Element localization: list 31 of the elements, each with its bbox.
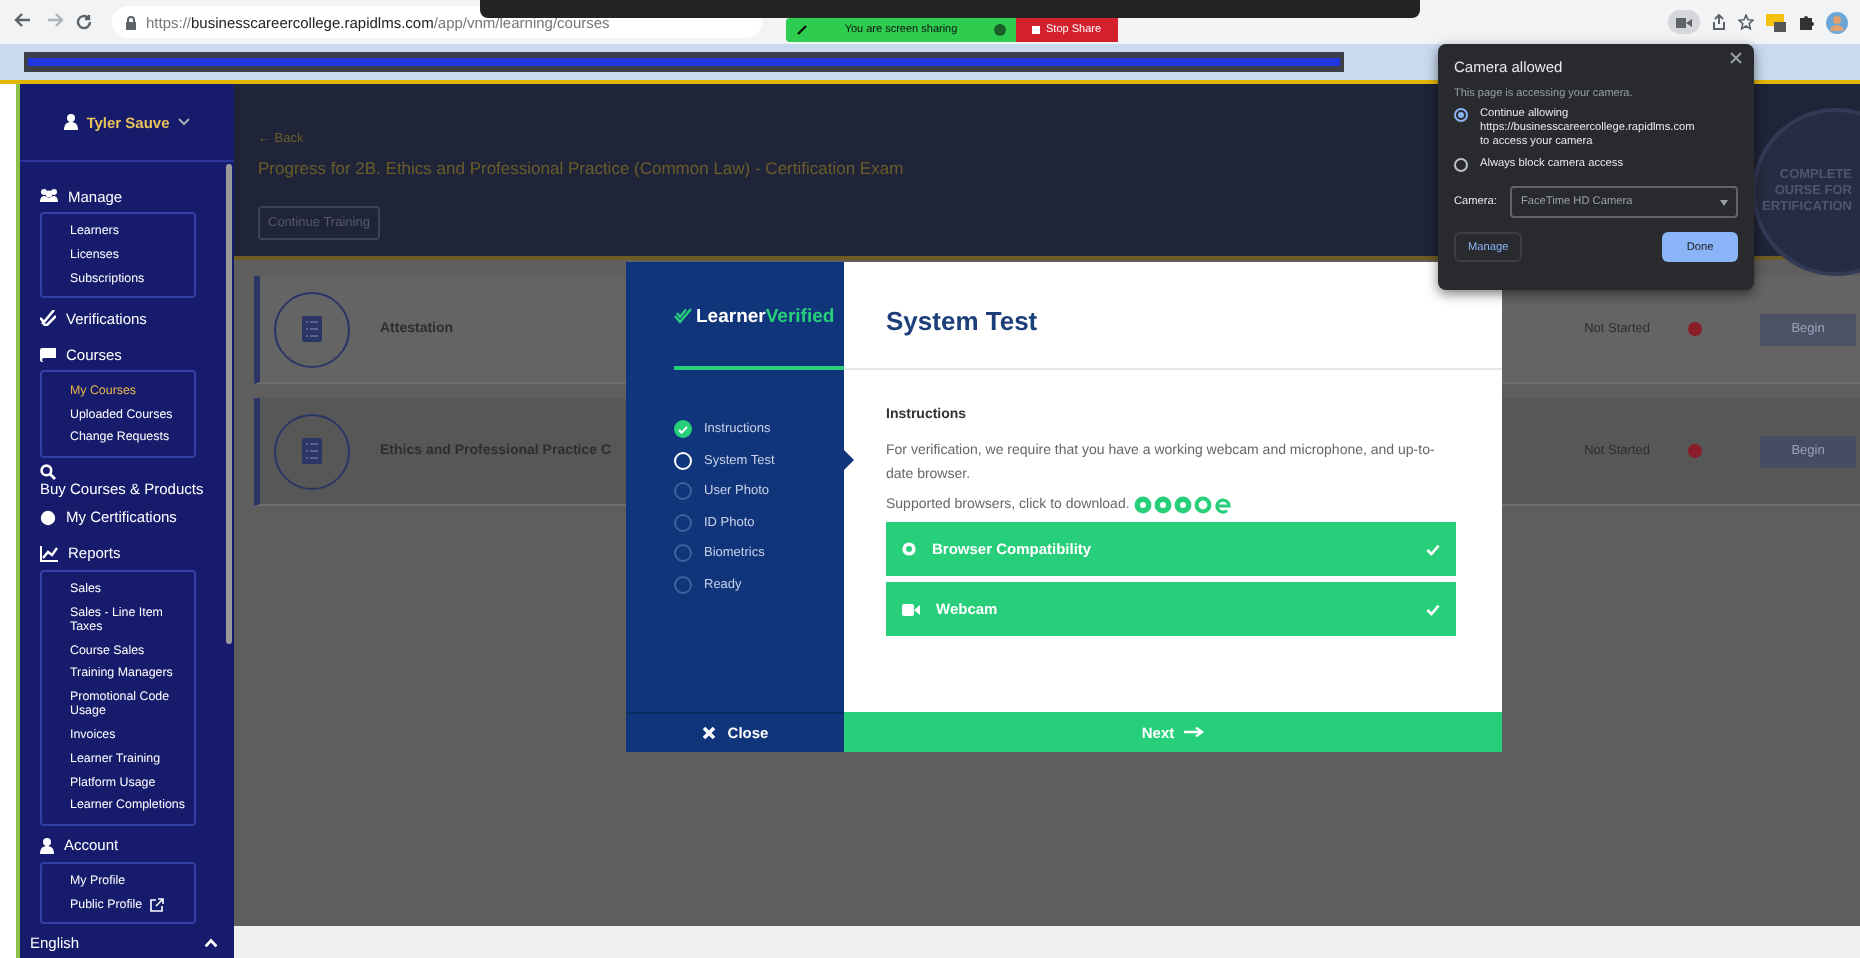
reload-icon[interactable] — [76, 14, 92, 30]
close-icon[interactable] — [1730, 52, 1742, 64]
radio-button[interactable] — [1454, 158, 1468, 172]
person-icon — [64, 114, 79, 130]
camera-icon[interactable] — [1668, 10, 1700, 34]
close-icon — [701, 726, 716, 740]
brand-logo: LearnerVerified — [674, 302, 844, 330]
chevron-down-icon — [177, 118, 190, 126]
check-icon — [40, 310, 56, 327]
dialog-title: System Test — [884, 306, 1040, 334]
person-icon — [40, 837, 54, 854]
external-link-icon — [150, 897, 165, 912]
group-icon — [40, 188, 58, 204]
stop-icon — [1032, 26, 1040, 34]
video-camera-icon — [902, 603, 920, 615]
pencil-icon — [796, 24, 808, 36]
extension-icon[interactable] — [1766, 12, 1786, 32]
share-icon[interactable] — [1712, 14, 1726, 30]
star-icon[interactable] — [1738, 14, 1754, 30]
radio-button[interactable] — [1454, 108, 1468, 122]
chevron-up-icon — [204, 937, 218, 947]
scrollbar[interactable] — [226, 164, 232, 644]
dropdown-arrow-icon — [1720, 199, 1728, 205]
puzzle-icon[interactable] — [1798, 14, 1814, 30]
chart-icon — [40, 545, 58, 562]
lock-icon — [126, 15, 136, 29]
arrow-right-icon — [1184, 726, 1205, 738]
search-icon — [40, 463, 56, 480]
checklist-icon — [274, 291, 350, 367]
checklist-icon — [274, 413, 350, 489]
page-title: Progress for 2B. Ethics and Professional Practice (Common Law) - Certification Exam — [258, 158, 904, 178]
